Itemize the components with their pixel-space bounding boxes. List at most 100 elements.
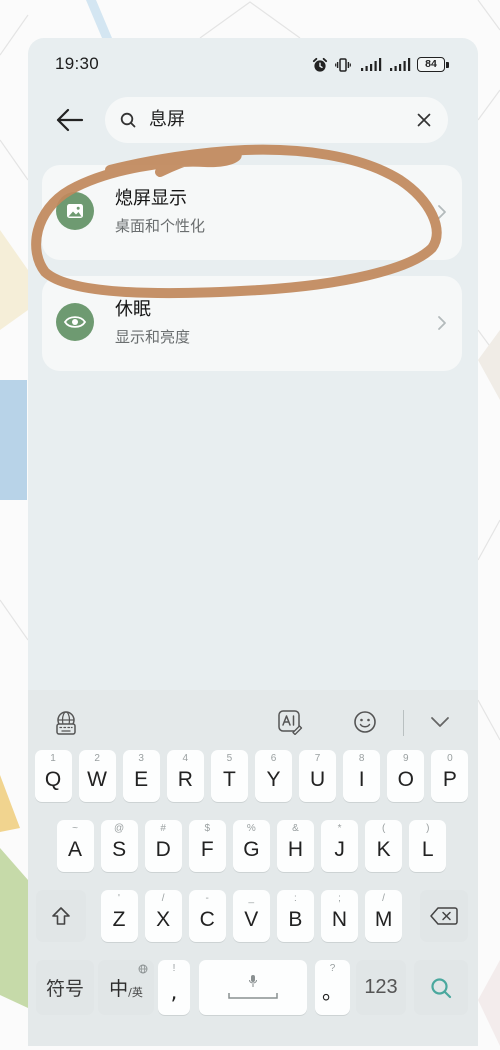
search-icon <box>120 112 136 128</box>
key-z[interactable]: ' Z <box>100 890 138 942</box>
key-t[interactable]: 5T <box>210 750 248 802</box>
lang-secondary-label: /英 <box>128 985 143 999</box>
key-label: T <box>222 768 236 791</box>
key-k[interactable]: (K <box>365 820 403 872</box>
key-w[interactable]: 2W <box>78 750 116 802</box>
key-label: Q <box>44 768 62 791</box>
keyboard-row-3: ' Z / X -C _ V :B ; N / M <box>100 890 403 942</box>
shift-key[interactable] <box>36 890 86 942</box>
collapse-keyboard-icon[interactable] <box>430 716 450 728</box>
result-item-aod[interactable]: 熄屏显示 桌面和个性化 <box>42 165 462 260</box>
key-hint: / <box>382 893 385 904</box>
key-hint: # <box>160 823 166 834</box>
key-hint: & <box>292 823 299 834</box>
space-key[interactable] <box>199 960 307 1015</box>
battery-icon: 84 <box>417 57 445 72</box>
keyboard-row-2: ~ A @ S # D $ F % G & H * J (K ) L <box>56 820 447 872</box>
battery-nub <box>446 61 449 68</box>
symbols-label: 符号 <box>45 978 84 1000</box>
ai-writing-icon[interactable] <box>277 709 303 735</box>
soft-keyboard: 1Q 2W 3E 4R 5T 6Y 7U 8I 9O 0P ~ A @ S # D $… <box>28 690 478 1046</box>
key-hint: ' <box>118 893 120 904</box>
key-hint: / <box>161 893 165 904</box>
key-l[interactable]: ) L <box>409 820 447 872</box>
key-label: N <box>331 908 348 931</box>
key-j[interactable]: * J <box>321 820 359 872</box>
space-bar-icon <box>228 993 278 999</box>
keyboard-settings-icon[interactable] <box>52 710 80 736</box>
key-hint: ? <box>329 963 336 974</box>
key-label: S <box>112 838 127 861</box>
backspace-key[interactable] <box>420 890 468 942</box>
key-hint: 9 <box>402 753 409 764</box>
back-arrow-icon[interactable] <box>54 106 86 134</box>
shift-icon <box>52 907 70 925</box>
keyboard-row-1: 1Q 2W 3E 4R 5T 6Y 7U 8I 9O 0P <box>34 750 469 802</box>
image-icon <box>56 192 94 230</box>
status-time: 19:30 <box>55 54 100 73</box>
key-q[interactable]: 1Q <box>34 750 72 802</box>
key-f[interactable]: $ F <box>188 820 226 872</box>
result-subtitle: 桌面和个性化 <box>115 217 206 235</box>
close-icon[interactable] <box>416 112 432 128</box>
key-label: Z <box>112 908 126 931</box>
key-p[interactable]: 0P <box>431 750 469 802</box>
key-label: , <box>170 980 178 1004</box>
key-u[interactable]: 7U <box>299 750 337 802</box>
key-hint: _ <box>248 893 255 904</box>
comma-key[interactable]: ! , <box>158 960 190 1015</box>
key-n[interactable]: ; N <box>320 890 358 942</box>
key-hint: 5 <box>226 753 233 764</box>
signal-icon <box>390 58 411 71</box>
key-label: W <box>87 768 107 791</box>
key-s[interactable]: @ S <box>100 820 138 872</box>
key-hint: * <box>337 823 342 834</box>
lang-primary-label: 中 <box>109 978 129 1000</box>
key-label: Y <box>266 768 281 791</box>
key-label: K <box>376 838 391 861</box>
key-h[interactable]: & H <box>276 820 314 872</box>
key-i[interactable]: 8I <box>343 750 381 802</box>
key-hint: 8 <box>358 753 365 764</box>
key-label: E <box>134 768 149 791</box>
backspace-icon <box>430 907 458 925</box>
key-b[interactable]: :B <box>276 890 314 942</box>
key-c[interactable]: -C <box>188 890 226 942</box>
key-o[interactable]: 9O <box>387 750 425 802</box>
period-key[interactable]: ? 。 <box>315 960 350 1015</box>
numbers-key[interactable]: 123 <box>356 960 406 1015</box>
search-enter-key[interactable] <box>414 960 468 1015</box>
key-hint: % <box>246 823 256 834</box>
key-label: D <box>155 838 171 861</box>
key-m[interactable]: / M <box>365 890 403 942</box>
key-label: R <box>177 768 193 791</box>
key-label: U <box>309 768 326 791</box>
key-g[interactable]: % G <box>232 820 270 872</box>
key-hint: 6 <box>270 753 277 764</box>
key-y[interactable]: 6Y <box>254 750 292 802</box>
key-hint: ! <box>172 963 176 974</box>
language-switch-key[interactable]: 中/英 <box>98 960 154 1015</box>
key-hint: : <box>293 893 297 904</box>
numbers-label: 123 <box>364 976 398 998</box>
vibrate-icon <box>335 58 351 72</box>
key-v[interactable]: _ V <box>232 890 270 942</box>
result-item-sleep[interactable]: 休眠 显示和亮度 <box>42 276 462 371</box>
symbols-key[interactable]: 符号 <box>36 960 94 1015</box>
key-hint: $ <box>204 823 211 834</box>
key-e[interactable]: 3E <box>122 750 160 802</box>
result-title: 休眠 <box>115 299 151 320</box>
key-x[interactable]: / X <box>144 890 182 942</box>
search-input[interactable]: 息屏 <box>105 97 448 143</box>
key-a[interactable]: ~ A <box>56 820 94 872</box>
key-r[interactable]: 4R <box>166 750 204 802</box>
emoji-icon[interactable] <box>353 710 377 734</box>
key-d[interactable]: # D <box>144 820 182 872</box>
search-icon <box>431 977 452 998</box>
key-label: P <box>442 768 457 791</box>
key-label: B <box>288 908 303 931</box>
globe-icon <box>138 964 148 974</box>
key-label: 。 <box>322 980 343 1004</box>
chevron-right-icon <box>438 205 446 219</box>
key-hint: ) <box>426 823 430 834</box>
